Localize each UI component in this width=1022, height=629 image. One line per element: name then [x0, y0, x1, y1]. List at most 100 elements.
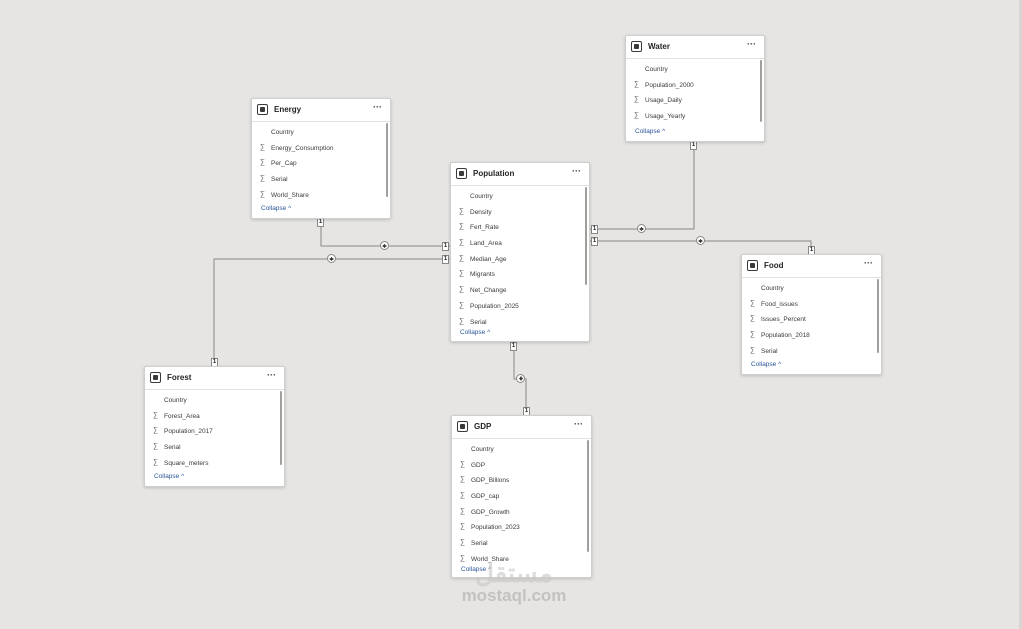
- sigma-icon: ∑: [153, 427, 158, 435]
- field-list: Country ∑ Density ∑ Fert_Rate ∑ Land_Area ∑…: [451, 186, 589, 330]
- table-card-gdp[interactable]: GDP ··· Country ∑ GDP ∑ GDP_Billions ∑ GDP_…: [451, 415, 592, 578]
- more-options-icon[interactable]: ···: [574, 419, 583, 429]
- field-row[interactable]: ∑ Population_2025: [451, 299, 589, 315]
- table-icon: [631, 41, 642, 52]
- table-card-population[interactable]: Population ··· Country ∑ Density ∑ Fert_Ra…: [450, 162, 590, 342]
- field-row[interactable]: ∑ Net_Change: [451, 283, 589, 299]
- field-name: Country: [470, 193, 493, 200]
- field-row[interactable]: ∑ Usage_Yearly: [626, 109, 764, 125]
- scrollbar[interactable]: [587, 440, 589, 552]
- field-name: Country: [761, 285, 784, 292]
- scrollbar[interactable]: [877, 279, 879, 353]
- field-name: Square_meters: [164, 459, 209, 467]
- field-name: GDP_cap: [471, 493, 500, 501]
- more-options-icon[interactable]: ···: [864, 258, 873, 268]
- sigma-icon: ∑: [153, 458, 158, 466]
- table-title: Food: [764, 261, 784, 270]
- field-row[interactable]: ∑ Energy_Consumption: [252, 141, 390, 157]
- field-row[interactable]: ∑ Median_Age: [451, 252, 589, 268]
- table-title: Energy: [274, 105, 302, 114]
- field-name: Density: [470, 208, 492, 216]
- field-row[interactable]: ∑ Density: [451, 205, 589, 221]
- field-name: GDP: [471, 461, 486, 469]
- model-canvas[interactable]: 1 1 1 1 1 1 1 1 1 1 Energy ··· Country ∑…: [0, 0, 1022, 629]
- sigma-icon: ∑: [260, 190, 265, 198]
- field-row[interactable]: ∑ GDP_Growth: [452, 505, 591, 521]
- table-card-forest[interactable]: Forest ··· Country ∑ Forest_Area ∑ Populat…: [144, 366, 285, 487]
- table-card-water[interactable]: Water ··· Country ∑ Population_2000 ∑ Usag…: [625, 35, 765, 142]
- field-row[interactable]: Country: [742, 281, 881, 297]
- field-row[interactable]: ∑ World_Share: [252, 188, 390, 204]
- scrollbar[interactable]: [760, 60, 762, 122]
- table-card-food[interactable]: Food ··· Country ∑ Food_issues ∑ Issues_Pe…: [741, 254, 882, 375]
- table-header[interactable]: GDP ···: [452, 416, 591, 439]
- field-row[interactable]: ∑ Population_2018: [742, 328, 881, 344]
- cardinality-population-food: 1: [591, 237, 598, 246]
- scrollbar[interactable]: [386, 123, 388, 197]
- table-header[interactable]: Water ···: [626, 36, 764, 59]
- field-row[interactable]: ∑ Land_Area: [451, 236, 589, 252]
- sigma-icon: ∑: [459, 286, 464, 294]
- collapse-link[interactable]: Collapse ^: [154, 473, 184, 480]
- relationship-line-forest-population: [213, 258, 450, 366]
- field-name: Population_2023: [471, 524, 520, 532]
- field-row[interactable]: Country: [145, 393, 284, 409]
- field-name: Population_2000: [645, 81, 694, 89]
- table-header[interactable]: Forest ···: [145, 367, 284, 390]
- field-row[interactable]: ∑ Serial: [145, 440, 284, 456]
- crossfilter-arrow-food[interactable]: [696, 236, 705, 245]
- collapse-link[interactable]: Collapse ^: [261, 205, 291, 212]
- scrollbar[interactable]: [280, 391, 282, 465]
- field-row[interactable]: Country: [252, 125, 390, 141]
- crossfilter-arrow-forest[interactable]: [327, 254, 336, 263]
- field-row[interactable]: ∑ GDP_cap: [452, 489, 591, 505]
- field-row[interactable]: ∑ Fert_Rate: [451, 220, 589, 236]
- field-row[interactable]: ∑ Square_meters: [145, 456, 284, 472]
- sigma-icon: ∑: [460, 507, 465, 515]
- field-row[interactable]: ∑ Serial: [451, 315, 589, 331]
- collapse-link[interactable]: Collapse ^: [460, 329, 490, 336]
- field-row[interactable]: ∑ Issues_Percent: [742, 312, 881, 328]
- field-row[interactable]: ∑ GDP: [452, 458, 591, 474]
- field-row[interactable]: Country: [451, 189, 589, 205]
- field-row[interactable]: ∑ Serial: [252, 172, 390, 188]
- collapse-link[interactable]: Collapse ^: [751, 361, 781, 368]
- table-header[interactable]: Population ···: [451, 163, 589, 186]
- sigma-icon: ∑: [634, 96, 639, 104]
- field-row[interactable]: Country: [626, 62, 764, 78]
- more-options-icon[interactable]: ···: [373, 102, 382, 112]
- field-row[interactable]: ∑ Population_2023: [452, 520, 591, 536]
- field-name: Land_Area: [470, 240, 502, 248]
- crossfilter-arrow-water[interactable]: [637, 224, 646, 233]
- field-row[interactable]: ∑ Usage_Daily: [626, 93, 764, 109]
- field-row[interactable]: ∑ Population_2017: [145, 424, 284, 440]
- table-title: Water: [648, 42, 670, 51]
- table-icon: [150, 372, 161, 383]
- more-options-icon[interactable]: ···: [572, 166, 581, 176]
- sigma-icon: ∑: [459, 270, 464, 278]
- sigma-icon: ∑: [750, 299, 755, 307]
- field-row[interactable]: ∑ Serial: [452, 536, 591, 552]
- table-header[interactable]: Food ···: [742, 255, 881, 278]
- field-row[interactable]: ∑ Migrants: [451, 267, 589, 283]
- sigma-icon: ∑: [750, 315, 755, 323]
- crossfilter-arrow-gdp[interactable]: [516, 374, 525, 383]
- more-options-icon[interactable]: ···: [747, 39, 756, 49]
- field-row[interactable]: Country: [452, 442, 591, 458]
- scrollbar[interactable]: [585, 187, 587, 285]
- field-name: Issues_Percent: [761, 316, 806, 324]
- collapse-link[interactable]: Collapse ^: [635, 128, 665, 135]
- field-row[interactable]: ∑ GDP_Billions: [452, 473, 591, 489]
- more-options-icon[interactable]: ···: [267, 370, 276, 380]
- table-card-energy[interactable]: Energy ··· Country ∑ Energy_Consumption ∑…: [251, 98, 391, 219]
- crossfilter-arrow-energy[interactable]: [380, 241, 389, 250]
- table-icon: [456, 168, 467, 179]
- field-row[interactable]: ∑ Per_Cap: [252, 156, 390, 172]
- field-row[interactable]: ∑ Serial: [742, 344, 881, 360]
- field-row[interactable]: ∑ Forest_Area: [145, 409, 284, 425]
- table-header[interactable]: Energy ···: [252, 99, 390, 122]
- table-title: Population: [473, 169, 515, 178]
- field-name: Country: [271, 129, 294, 136]
- field-row[interactable]: ∑ Food_issues: [742, 297, 881, 313]
- field-row[interactable]: ∑ Population_2000: [626, 78, 764, 94]
